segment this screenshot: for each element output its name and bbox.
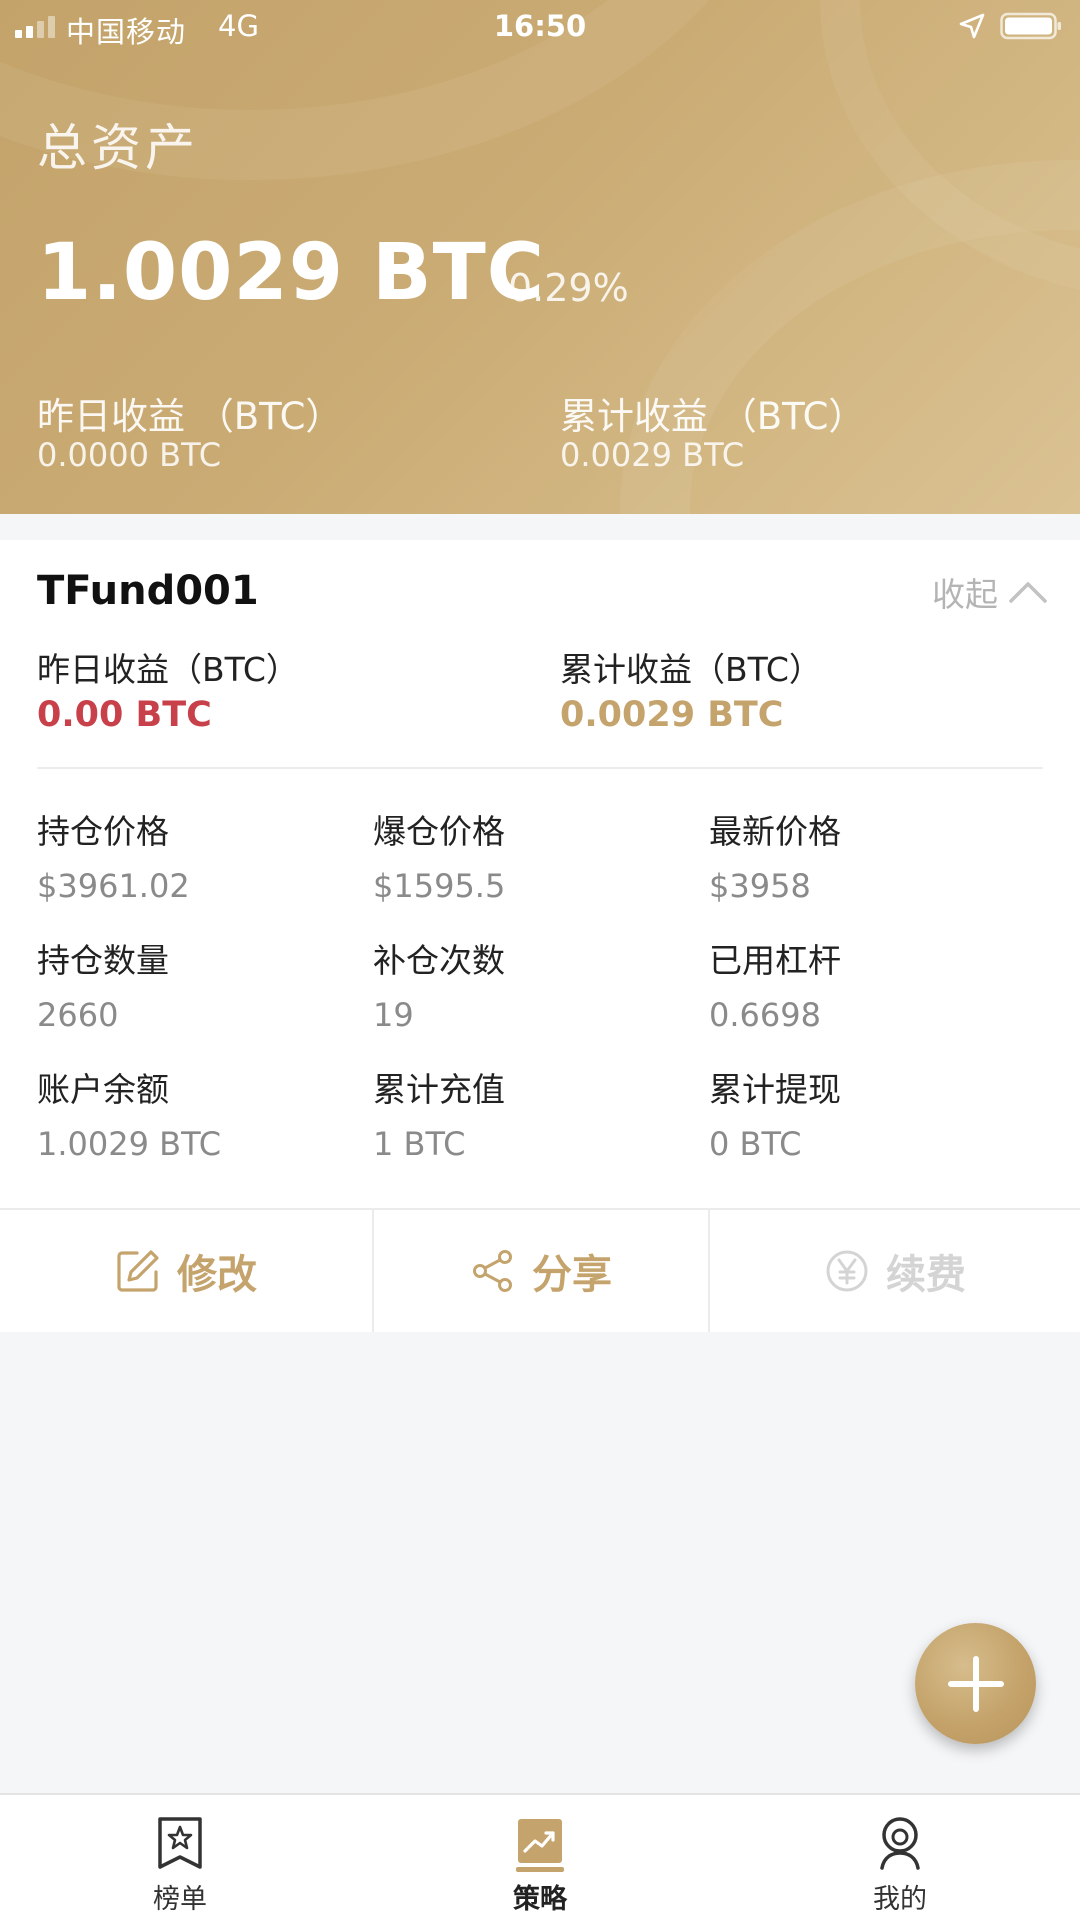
stat-total-deposit: 累计充值 1 BTC [373,1063,703,1163]
chevron-up-icon [1009,582,1047,603]
stat-latest-price: 最新价格 $3958 [709,805,1039,905]
tab-strategy-label: 策略 [513,1884,567,1915]
header-cumulative-label: 累计收益 （BTC） [560,395,866,438]
tab-active-indicator [516,1867,564,1872]
stat-label: 持仓数量 [37,941,169,980]
user-icon [880,1817,920,1870]
fund-actions: 修改 分享 续费 [0,1208,1080,1332]
plus-icon [947,1655,1004,1712]
tab-ranking[interactable]: 榜单 [80,1795,280,1921]
stat-label: 最新价格 [709,812,841,851]
share-icon [473,1250,512,1292]
stat-topup-count: 补仓次数 19 [373,934,703,1034]
stat-value: $3961.02 [37,867,190,905]
total-assets-value: 1.0029 BTC [37,228,546,318]
tab-mine-label: 我的 [873,1884,927,1915]
stat-value: 1 BTC [373,1125,466,1163]
stat-value: 2660 [37,996,119,1034]
header-yesterday-label: 昨日收益 （BTC） [37,395,343,438]
header-yesterday-value: 0.0000 BTC [37,436,222,474]
app-screen: 中国移动 4G 16:50 总资产 1.0029 BTC 0.29% 昨日收益 … [0,0,1080,1921]
stat-value: 0 BTC [709,1125,802,1163]
renew-button[interactable]: 续费 [708,1210,1080,1332]
collapse-label: 收起 [932,575,998,614]
stat-label: 累计充值 [373,1070,505,1109]
fund-yesterday-label: 昨日收益（BTC） [37,650,299,689]
bottom-tab-bar: 榜单 策略 我的 [0,1793,1080,1921]
edit-icon [117,1250,159,1292]
stat-position-quantity: 持仓数量 2660 [37,934,367,1034]
asset-summary-header: 中国移动 4G 16:50 总资产 1.0029 BTC 0.29% 昨日收益 … [0,0,1080,514]
stat-value: 19 [373,996,414,1034]
share-button[interactable]: 分享 [372,1210,708,1332]
renew-label: 续费 [886,1252,966,1298]
fund-yesterday-value: 0.00 BTC [37,695,212,735]
divider [37,767,1043,769]
stat-value: 0.6698 [709,996,821,1034]
stat-label: 持仓价格 [37,812,169,851]
stat-value: $1595.5 [373,867,506,905]
stat-liquidation-price: 爆仓价格 $1595.5 [373,805,703,905]
stat-label: 账户余额 [37,1070,169,1109]
tab-strategy[interactable]: 策略 [440,1795,640,1921]
yen-icon [826,1250,868,1292]
status-bar: 中国移动 4G 16:50 [0,0,1080,54]
stat-label: 补仓次数 [373,941,505,980]
share-label: 分享 [532,1252,612,1298]
stat-label: 爆仓价格 [373,812,505,851]
edit-button[interactable]: 修改 [0,1210,372,1332]
bookmark-star-icon [158,1817,202,1869]
fund-card: TFund001 收起 昨日收益（BTC） 0.00 BTC 累计收益（BTC）… [0,540,1080,1332]
fund-cumulative-label: 累计收益（BTC） [560,650,822,689]
total-change-percent: 0.29% [508,266,629,310]
fund-cumulative-value: 0.0029 BTC [560,695,784,735]
tab-ranking-label: 榜单 [153,1884,207,1915]
fund-name: TFund001 [37,568,259,614]
location-arrow-icon [959,13,985,39]
stat-total-withdrawal: 累计提现 0 BTC [709,1063,1039,1163]
add-strategy-button[interactable] [915,1623,1036,1744]
header-cumulative-value: 0.0029 BTC [560,436,745,474]
collapse-button[interactable]: 收起 [932,568,1048,616]
tab-mine[interactable]: 我的 [800,1795,1000,1921]
stat-label: 已用杠杆 [709,941,841,980]
battery-icon [1000,12,1061,40]
total-assets-label: 总资产 [37,119,199,177]
stat-used-leverage: 已用杠杆 0.6698 [709,934,1039,1034]
trend-chart-icon [518,1819,562,1863]
stat-value: $3958 [709,867,811,905]
edit-label: 修改 [177,1252,257,1298]
stat-account-balance: 账户余额 1.0029 BTC [37,1063,367,1163]
stat-position-price: 持仓价格 $3961.02 [37,805,367,905]
stat-value: 1.0029 BTC [37,1125,222,1163]
stat-label: 累计提现 [709,1070,841,1109]
status-time: 16:50 [493,9,587,43]
